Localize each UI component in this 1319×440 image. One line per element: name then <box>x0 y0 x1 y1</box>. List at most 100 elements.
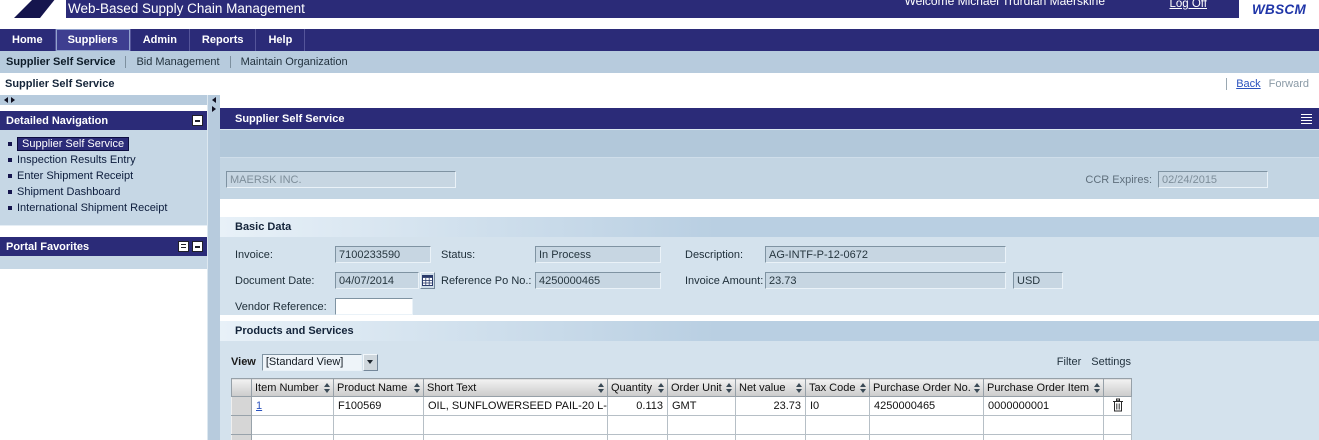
empty-cell <box>334 435 424 440</box>
delete-row-button[interactable] <box>1104 397 1132 416</box>
invoice-field[interactable] <box>335 246 431 263</box>
row-selector-cell[interactable] <box>232 435 252 440</box>
column-header-order-unit[interactable]: Order Unit <box>668 379 736 397</box>
basic-data-section-header: Basic Data <box>220 217 1319 237</box>
vendor-reference-field[interactable] <box>335 298 413 315</box>
settings-link[interactable]: Settings <box>1091 356 1131 368</box>
products-title: Products and Services <box>235 325 354 337</box>
basic-data-form: Invoice: Status: Description: Document D… <box>220 237 1319 315</box>
column-header-item-number[interactable]: Item Number <box>252 379 334 397</box>
minimize-icon[interactable] <box>192 115 203 126</box>
currency-field[interactable] <box>1013 272 1063 289</box>
usda-logo <box>0 0 66 18</box>
sidebar-item-shipment-dashboard[interactable]: Shipment Dashboard <box>5 184 204 200</box>
column-header-purchase-order-no[interactable]: Purchase Order No. <box>870 379 984 397</box>
column-label: Quantity <box>611 382 652 394</box>
empty-cell <box>736 435 806 440</box>
subnav-maintain-organization[interactable]: Maintain Organization <box>241 56 348 68</box>
tab-suppliers[interactable]: Suppliers <box>56 29 131 51</box>
collapse-right-icon[interactable] <box>11 97 15 103</box>
sort-icon[interactable] <box>726 383 732 393</box>
wbscm-logo-text: WBSCM <box>1252 2 1306 17</box>
empty-cell <box>984 416 1104 435</box>
back-link[interactable]: Back <box>1236 78 1260 90</box>
column-label: Order Unit <box>671 382 722 394</box>
organization-strip <box>220 130 1319 158</box>
column-header-quantity[interactable]: Quantity <box>608 379 668 397</box>
sidebar-item-inspection-results-entry[interactable]: Inspection Results Entry <box>5 152 204 168</box>
sidebar-item-label: Inspection Results Entry <box>17 154 136 166</box>
empty-cell <box>608 435 668 440</box>
column-header-net-value[interactable]: Net value <box>736 379 806 397</box>
log-off-link[interactable]: Log Off <box>1169 0 1207 10</box>
sort-icon[interactable] <box>860 383 866 393</box>
bullet-icon <box>8 174 12 178</box>
sub-navigation: Supplier Self Service Bid Management Mai… <box>0 51 1319 73</box>
ccr-expires-field[interactable] <box>1158 171 1268 188</box>
list-icon[interactable] <box>178 241 189 252</box>
sidebar-scroll-bar <box>0 95 207 105</box>
subnav-bid-management[interactable]: Bid Management <box>136 56 219 68</box>
wbscm-logo: WBSCM <box>1239 0 1319 18</box>
collapse-left-icon[interactable] <box>4 97 8 103</box>
sidebar-item-supplier-self-service[interactable]: Supplier Self Service <box>5 136 204 152</box>
ccr-expires-label: CCR Expires: <box>1085 174 1152 186</box>
reference-po-label: Reference Po No.: <box>441 275 535 287</box>
basic-data-title: Basic Data <box>235 221 291 233</box>
description-field[interactable] <box>765 246 1006 263</box>
forward-link[interactable]: Forward <box>1269 78 1309 90</box>
status-field[interactable] <box>535 246 661 263</box>
view-select-field[interactable] <box>262 354 362 371</box>
empty-cell <box>608 416 668 435</box>
column-header-product-name[interactable]: Product Name <box>334 379 424 397</box>
view-dropdown-button[interactable] <box>363 354 378 371</box>
welcome-text: Welcome Michael Trurdian Maerskine <box>904 0 1105 8</box>
collapse-left-icon[interactable] <box>212 97 216 103</box>
tab-help[interactable]: Help <box>256 29 305 51</box>
purchase-order-item-cell: 0000000001 <box>984 397 1104 416</box>
empty-cell <box>424 416 608 435</box>
row-selector-header[interactable] <box>232 379 252 397</box>
item-number-link[interactable]: 1 <box>256 400 262 412</box>
column-label: Tax Code <box>809 382 855 394</box>
empty-cell <box>424 435 608 440</box>
status-label: Status: <box>441 249 535 261</box>
menu-icon[interactable] <box>1301 114 1312 124</box>
sidebar-item-enter-shipment-receipt[interactable]: Enter Shipment Receipt <box>5 168 204 184</box>
bullet-icon <box>8 206 12 210</box>
collapse-right-icon[interactable] <box>212 106 216 112</box>
calendar-button[interactable] <box>420 272 435 289</box>
row-selector-cell[interactable] <box>232 397 252 416</box>
sort-icon[interactable] <box>796 383 802 393</box>
sort-icon[interactable] <box>658 383 664 393</box>
empty-cell <box>870 416 984 435</box>
sort-icon[interactable] <box>974 383 980 393</box>
tab-admin[interactable]: Admin <box>131 29 190 51</box>
document-date-field[interactable] <box>335 272 419 289</box>
table-row: 1 F100569 OIL, SUNFLOWERSEED PAIL-20 L-F… <box>232 397 1132 416</box>
breadcrumb-bar: Supplier Self Service Back Forward <box>0 73 1319 95</box>
column-header-short-text[interactable]: Short Text <box>424 379 608 397</box>
org-name-field[interactable] <box>226 171 456 188</box>
sort-icon[interactable] <box>414 383 420 393</box>
filter-link[interactable]: Filter <box>1057 356 1081 368</box>
minimize-icon[interactable] <box>192 241 203 252</box>
tab-reports[interactable]: Reports <box>190 29 257 51</box>
sort-icon[interactable] <box>598 383 604 393</box>
sort-icon[interactable] <box>1094 383 1100 393</box>
breadcrumb: Supplier Self Service <box>5 78 114 90</box>
sort-icon[interactable] <box>324 383 330 393</box>
column-header-tax-code[interactable]: Tax Code <box>806 379 870 397</box>
column-header-purchase-order-item[interactable]: Purchase Order Item <box>984 379 1104 397</box>
content-panel-title: Supplier Self Service <box>235 113 344 125</box>
reference-po-field[interactable] <box>535 272 661 289</box>
invoice-amount-field[interactable] <box>765 272 1006 289</box>
tab-home[interactable]: Home <box>0 29 56 51</box>
row-selector-cell[interactable] <box>232 416 252 435</box>
subnav-supplier-self-service[interactable]: Supplier Self Service <box>6 56 115 68</box>
app-title: Web-Based Supply Chain Management <box>68 1 305 16</box>
page: Web-Based Supply Chain Management Welcom… <box>0 0 1319 440</box>
sidebar-item-international-shipment-receipt[interactable]: International Shipment Receipt <box>5 200 204 216</box>
detailed-navigation-header: Detailed Navigation <box>0 111 207 130</box>
panel-divider[interactable] <box>207 95 220 440</box>
